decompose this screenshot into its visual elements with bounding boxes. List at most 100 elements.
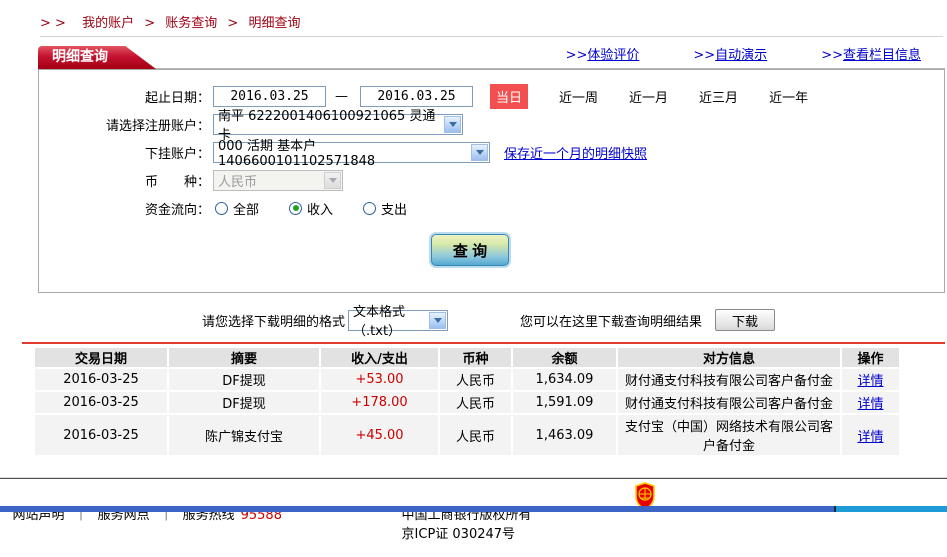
cell-counterparty: 财付通支付科技有限公司客户备付金 [618, 392, 840, 413]
col-balance: 余额 [513, 348, 616, 367]
download-format-label: 请您选择下载明细的格式 [202, 314, 346, 330]
breadcrumb: > > 我的账户 > 账务查询 > 明细查询 [0, 0, 947, 36]
breadcrumb-item-my-account[interactable]: 我的账户 [82, 16, 134, 31]
cell-currency: 人民币 [440, 392, 511, 413]
col-counterparty: 对方信息 [618, 348, 840, 367]
col-action: 操作 [842, 348, 899, 367]
breadcrumb-item-detail-query[interactable]: 明细查询 [248, 16, 300, 31]
currency-select: 人民币 [213, 169, 343, 191]
cell-date: 2016-03-25 [35, 392, 167, 413]
link-label: 体验评价 [587, 48, 640, 63]
cell-counterparty: 支付宝（中国）网络技术有限公司客户备付金 [618, 415, 840, 455]
breadcrumb-separator: > [227, 16, 239, 31]
status-bar-left-segment [0, 506, 834, 512]
cell-amount: +53.00 [321, 369, 438, 390]
currency-label: 币 种： [144, 174, 210, 190]
chevron-down-icon [324, 171, 341, 189]
currency-row: 币 种： 人民币 [39, 166, 944, 194]
range-today-button[interactable]: 当日 [490, 83, 529, 109]
cell-balance: 1,634.09 [513, 369, 616, 390]
cell-date: 2016-03-25 [35, 369, 167, 390]
table-header-row: 交易日期 摘要 收入/支出 币种 余额 对方信息 操作 [35, 348, 899, 367]
chevron-down-icon[interactable] [471, 143, 488, 161]
fund-flow-row: 资金流向： 全部 收入 支出 [39, 194, 944, 222]
chevron-down-icon[interactable] [444, 115, 461, 133]
footer: 网站声明｜服务网点｜服务热线 95588 中国工商银行版权所有 京ICP证 030… [0, 479, 947, 542]
table-top-divider [22, 342, 945, 344]
flow-radio-all[interactable]: 全部 [215, 199, 259, 218]
range-last-month-button[interactable]: 近一月 [629, 87, 668, 106]
detail-link[interactable]: 详情 [857, 397, 883, 412]
range-last-3-months-button[interactable]: 近三月 [699, 87, 738, 106]
save-snapshot-link[interactable]: 保存近一个月的明细快照 [504, 143, 647, 162]
footer-links: 网站声明｜服务网点｜服务热线 95588 [0, 489, 282, 538]
cell-amount: +45.00 [321, 415, 438, 455]
radio-icon [215, 201, 228, 215]
table-row: 2016-03-25 DF提现 +178.00 人民币 1,591.09 财付通… [35, 392, 899, 413]
cell-action: 详情 [842, 369, 899, 390]
sub-account-select[interactable]: 000 活期 基本户 1406600101102571848 [213, 139, 490, 169]
col-income-expense: 收入/支出 [321, 348, 438, 367]
cell-counterparty: 财付通支付科技有限公司客户备付金 [618, 369, 840, 390]
link-arrows: >> [693, 48, 716, 63]
icp-text: 京ICP证 030247号 [401, 527, 516, 542]
cell-amount: +178.00 [321, 392, 438, 413]
col-summary: 摘要 [169, 348, 319, 367]
date-range-label: 起止日期： [144, 90, 210, 106]
table-row: 2016-03-25 DF提现 +53.00 人民币 1,634.09 财付通支… [35, 369, 899, 390]
table-row: 2016-03-25 陈广锦支付宝 +45.00 人民币 1,463.09 支付… [35, 415, 899, 455]
link-experience-rating[interactable]: >>体验评价 [566, 44, 640, 63]
cell-summary: DF提现 [169, 392, 319, 413]
cell-balance: 1,463.09 [513, 415, 616, 455]
date-range-dash: — [335, 88, 348, 104]
breadcrumb-separator: > [144, 16, 156, 31]
sub-account-row: 下挂账户： 000 活期 基本户 1406600101102571848 保存近… [39, 138, 944, 169]
col-currency: 币种 [440, 348, 511, 367]
cell-action: 详情 [842, 392, 899, 413]
date-from-input[interactable] [213, 85, 326, 107]
tab-detail-query[interactable]: 明细查询 [38, 46, 156, 69]
link-view-column-info[interactable]: >>查看栏目信息 [821, 44, 921, 63]
link-label: 自动演示 [715, 48, 768, 63]
cell-currency: 人民币 [440, 415, 511, 455]
cell-date: 2016-03-25 [35, 415, 167, 455]
fund-flow-options: 全部 收入 支出 [215, 199, 437, 218]
footer-copyright: 中国工商银行版权所有 京ICP证 030247号 [385, 489, 532, 557]
currency-value: 人民币 [218, 174, 258, 190]
date-range-row: 起止日期： — 当日 近一周 近一月 近三月 近一年 [39, 82, 944, 110]
cell-summary: 陈广锦支付宝 [169, 415, 319, 455]
breadcrumb-divider [40, 36, 943, 37]
registered-account-row: 请选择注册账户： 南平 6222001406100921065 灵通卡 [39, 109, 944, 143]
radio-icon [289, 201, 303, 215]
download-button[interactable]: 下载 [715, 309, 776, 331]
registered-account-select[interactable]: 南平 6222001406100921065 灵通卡 [213, 109, 463, 143]
link-arrows: >> [821, 48, 843, 63]
query-form-panel: 起止日期： — 当日 近一周 近一月 近三月 近一年 请选择注册账户： 南平 6… [38, 69, 945, 293]
flow-radio-expense[interactable]: 支出 [363, 199, 407, 218]
registered-account-label: 请选择注册账户： [105, 118, 210, 134]
flow-radio-expense-label: 支出 [381, 202, 408, 218]
sub-account-value: 000 活期 基本户 1406600101102571848 [218, 139, 376, 169]
breadcrumb-prefix: > > [40, 16, 66, 31]
date-to-input[interactable] [360, 85, 473, 107]
cell-summary: DF提现 [169, 369, 319, 390]
fund-flow-label: 资金流向： [144, 202, 210, 218]
detail-link[interactable]: 详情 [857, 374, 883, 389]
chevron-down-icon[interactable] [429, 311, 447, 329]
status-bar-right-segment [836, 506, 947, 512]
range-last-week-button[interactable]: 近一周 [559, 87, 598, 106]
download-row: 请您选择下载明细的格式 文本格式（.txt） 您可以在这里下载查询明细结果 下载 [0, 305, 947, 339]
download-format-select[interactable]: 文本格式（.txt） [348, 305, 449, 339]
tab-bar: 明细查询 >>体验评价 >>自动演示 >>查看栏目信息 [38, 44, 945, 69]
cell-action: 详情 [842, 415, 899, 455]
query-button[interactable]: 查 询 [431, 234, 509, 266]
link-auto-demo[interactable]: >>自动演示 [693, 44, 767, 63]
transactions-table: 交易日期 摘要 收入/支出 币种 余额 对方信息 操作 2016-03-25 D… [33, 346, 901, 457]
breadcrumb-item-account-query[interactable]: 账务查询 [165, 16, 217, 31]
range-last-year-button[interactable]: 近一年 [769, 87, 808, 106]
radio-icon [363, 201, 377, 215]
link-label: 查看栏目信息 [842, 48, 921, 63]
flow-radio-income[interactable]: 收入 [289, 199, 333, 218]
detail-link[interactable]: 详情 [857, 430, 883, 445]
sub-account-label: 下挂账户： [144, 146, 210, 162]
